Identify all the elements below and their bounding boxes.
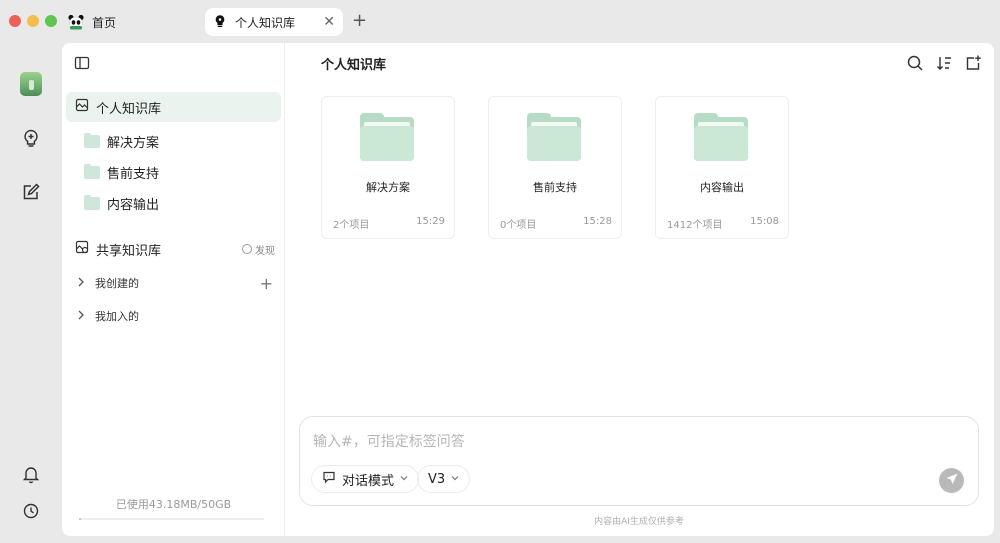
close-window-button[interactable] xyxy=(9,15,21,27)
folder-card-count: 1412个项目 xyxy=(667,220,723,231)
folder-card-name: 解决方案 xyxy=(366,181,410,194)
minimize-window-button[interactable] xyxy=(27,15,39,27)
tab-personal-kb[interactable]: 个人知识库 ✕ xyxy=(205,8,343,36)
page-title: 个人知识库 xyxy=(321,58,387,73)
new-folder-icon[interactable] xyxy=(964,54,982,72)
folder-icon xyxy=(84,194,100,210)
edit-note-icon[interactable] xyxy=(21,182,41,202)
folder-card-time: 15:28 xyxy=(583,216,612,227)
mode-select[interactable]: 对话模式 xyxy=(311,465,420,493)
title-bar: 首页 个人知识库 ✕ + xyxy=(0,0,1000,42)
search-icon[interactable] xyxy=(906,54,924,72)
folder-label: 解决方案 xyxy=(107,135,160,151)
chat-input-box[interactable]: 输入#，可指定标签问答 对话模式 V3 xyxy=(299,416,979,506)
folder-icon xyxy=(84,163,100,179)
folder-card-time: 15:29 xyxy=(416,216,445,227)
avatar[interactable] xyxy=(20,72,42,96)
group-created[interactable]: 我创建的 + xyxy=(77,273,273,293)
folder-label: 内容输出 xyxy=(107,197,160,213)
chevron-down-icon xyxy=(400,474,408,484)
kb-sidebar: 个人知识库 解决方案 售前支持 内容输出 共享知识库 发现 我创建的 + 我加入… xyxy=(62,43,285,536)
folder-icon xyxy=(527,113,581,161)
folder-label: 售前支持 xyxy=(107,166,160,182)
chevron-right-icon xyxy=(77,277,85,290)
paper-plane-icon xyxy=(945,471,959,490)
chat-bubble-icon xyxy=(322,470,336,488)
sidebar-folder-item[interactable]: 售前支持 xyxy=(84,160,159,184)
folder-card[interactable]: 解决方案 2个项目 15:29 xyxy=(321,96,455,239)
sidebar-toggle-icon[interactable] xyxy=(74,55,90,71)
version-select[interactable]: V3 xyxy=(417,465,471,493)
sidebar-item-personal-kb[interactable]: 个人知识库 xyxy=(66,92,281,122)
discover-label: 发现 xyxy=(255,245,275,257)
tab-personal-kb-label: 个人知识库 xyxy=(235,15,296,30)
folder-icon xyxy=(694,113,748,161)
version-select-label: V3 xyxy=(428,471,446,487)
folder-card-count: 2个项目 xyxy=(333,220,370,231)
history-clock-icon[interactable] xyxy=(21,501,41,521)
main-window: 个人知识库 解决方案 售前支持 内容输出 共享知识库 发现 我创建的 + 我加入… xyxy=(62,43,994,536)
folder-icon xyxy=(84,132,100,148)
storage-usage-text: 已使用43.18MB/50GB xyxy=(115,498,232,511)
group-joined-label: 我加入的 xyxy=(95,310,139,323)
left-rail xyxy=(0,42,62,543)
close-tab-icon[interactable]: ✕ xyxy=(323,15,335,29)
folder-card-count: 0个项目 xyxy=(500,220,537,231)
sidebar-folder-item[interactable]: 内容输出 xyxy=(84,191,159,215)
group-created-label: 我创建的 xyxy=(95,277,139,290)
send-button[interactable] xyxy=(939,468,964,493)
new-tab-button[interactable]: + xyxy=(352,10,367,31)
folder-card-time: 15:08 xyxy=(750,216,779,227)
bell-icon[interactable] xyxy=(21,464,41,484)
sidebar-folder-item[interactable]: 解决方案 xyxy=(84,129,159,153)
folder-card-name: 内容输出 xyxy=(700,181,744,194)
compass-icon xyxy=(242,244,252,254)
sidebar-item-shared-kb[interactable]: 共享知识库 发现 xyxy=(75,238,275,260)
folder-card-name: 售前支持 xyxy=(533,181,577,194)
tab-home[interactable]: 首页 xyxy=(68,9,116,35)
sidebar-item-personal-kb-label: 个人知识库 xyxy=(96,101,162,117)
idea-add-icon[interactable] xyxy=(21,128,41,148)
chevron-right-icon xyxy=(77,310,85,323)
storage-usage-fill xyxy=(79,518,81,520)
folder-card[interactable]: 内容输出 1412个项目 15:08 xyxy=(655,96,789,239)
folder-card[interactable]: 售前支持 0个项目 15:28 xyxy=(488,96,622,239)
mode-select-label: 对话模式 xyxy=(342,473,395,489)
kb-image-icon xyxy=(75,98,89,116)
sort-icon[interactable] xyxy=(935,54,953,72)
shared-kb-icon xyxy=(75,240,89,258)
tab-home-label: 首页 xyxy=(92,15,117,30)
folder-icon xyxy=(360,113,414,161)
group-joined[interactable]: 我加入的 xyxy=(77,306,273,326)
lightbulb-icon xyxy=(213,14,227,31)
ai-disclaimer: 内容由AI生成仅供参考 xyxy=(594,517,684,527)
zoom-window-button[interactable] xyxy=(45,15,57,27)
shared-kb-label: 共享知识库 xyxy=(96,243,162,259)
storage-usage-bar xyxy=(79,518,264,520)
chat-input-placeholder[interactable]: 输入#，可指定标签问答 xyxy=(313,431,465,451)
add-kb-button[interactable]: + xyxy=(260,274,273,293)
chevron-down-icon xyxy=(451,474,459,484)
discover-link[interactable]: 发现 xyxy=(242,242,275,257)
panda-logo-icon xyxy=(68,14,84,30)
